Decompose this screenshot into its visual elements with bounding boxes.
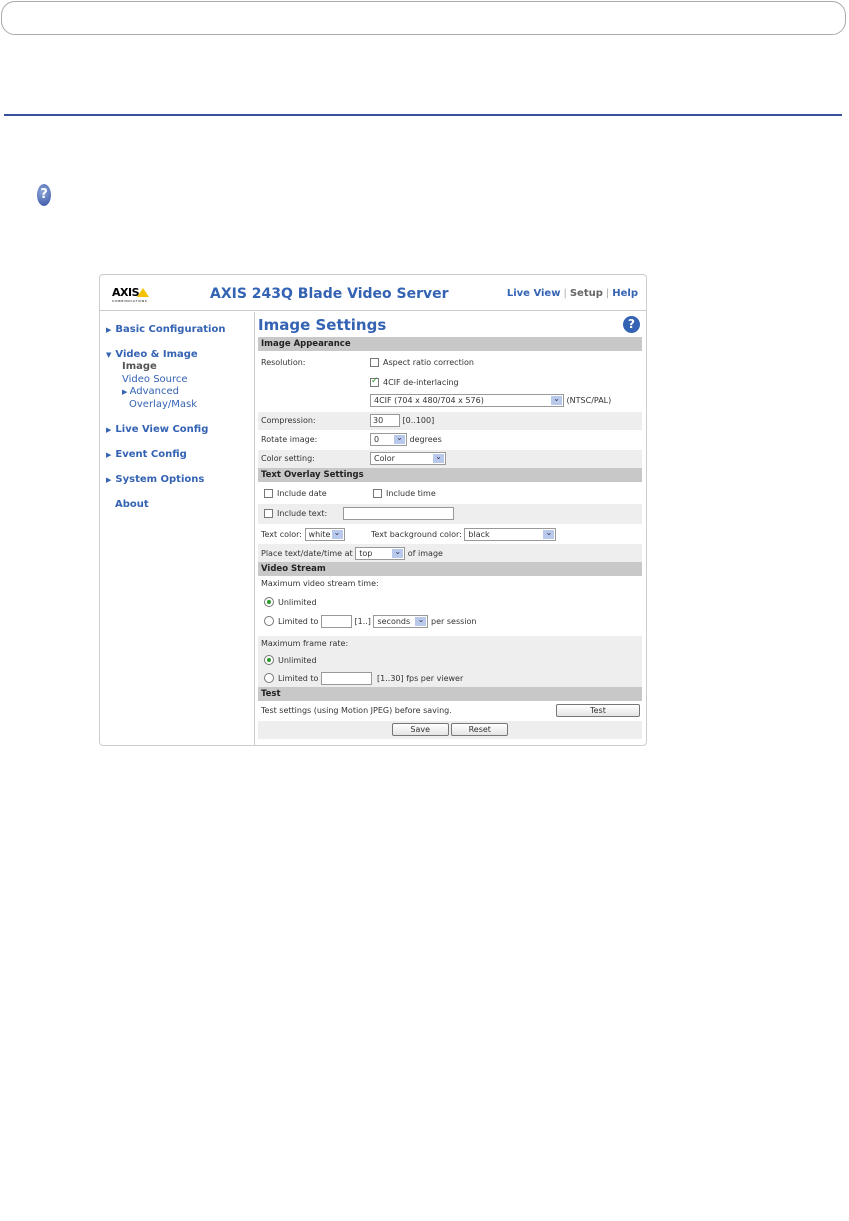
rotate-select[interactable]: 0: [370, 433, 407, 446]
sidebar-item-video-image[interactable]: ▼ Video & Image: [106, 349, 198, 360]
sidebar-sub-advanced[interactable]: ▶ Advanced: [122, 386, 179, 397]
include-text-checkbox[interactable]: Include text:: [264, 509, 327, 518]
frame-rate-group: Maximum frame rate: Unlimited Limited to…: [258, 636, 642, 687]
link-live-view[interactable]: Live View: [507, 288, 561, 299]
stream-time-group: Maximum video stream time: Unlimited Lim…: [258, 576, 642, 636]
sidebar: ▶ Basic Configuration ▼ Video & Image Imag…: [100, 312, 255, 745]
bg-color-select[interactable]: black: [464, 528, 557, 541]
date-time-row: Include date Include time: [258, 482, 642, 503]
max-time-label: Maximum video stream time:: [261, 579, 379, 588]
compression-label: Compression:: [261, 416, 316, 425]
sidebar-sub-overlay-mask[interactable]: Overlay/Mask: [129, 399, 197, 410]
fps-limit-input[interactable]: [320, 672, 372, 685]
section-text-overlay: Text Overlay Settings: [258, 468, 642, 482]
time-unlimited-radio[interactable]: Unlimited: [264, 597, 317, 607]
sidebar-sub-image[interactable]: Image: [122, 361, 157, 372]
place-text-row: Place text/date/time at top of image: [258, 543, 642, 562]
page-title: Image Settings?: [258, 312, 642, 337]
divider: [4, 114, 842, 116]
product-title: AXIS 243Q Blade Video Server: [210, 286, 449, 302]
time-limited-radio[interactable]: Limited to: [264, 616, 318, 626]
compression-input[interactable]: 30: [370, 414, 400, 427]
section-image-appearance: Image Appearance: [258, 337, 642, 351]
section-video-stream: Video Stream: [258, 562, 642, 576]
reset-button[interactable]: Reset: [451, 723, 509, 736]
per-session-label: per session: [431, 617, 477, 626]
sidebar-item-live-view-config[interactable]: ▶ Live View Config: [106, 424, 208, 435]
rotate-row: Rotate image: 0 degrees: [258, 430, 642, 449]
time-unit-select[interactable]: seconds: [373, 615, 429, 628]
of-image-label: of image: [407, 549, 443, 558]
aspect-ratio-checkbox[interactable]: Aspect ratio correction: [370, 358, 474, 367]
test-row: Test settings (using Motion JPEG) before…: [258, 701, 642, 720]
fps-limited-radio[interactable]: Limited to: [264, 673, 318, 683]
text-color-label: Text color:: [261, 530, 302, 539]
main-panel: Image Settings? Image Appearance Resolut…: [258, 312, 642, 739]
deinterlace-checkbox[interactable]: 4CIF de-interlacing: [370, 376, 459, 387]
test-button[interactable]: Test: [556, 704, 640, 717]
save-row: Save Reset: [258, 720, 642, 739]
time-limit-input[interactable]: [320, 615, 352, 628]
header: AXIS COMMUNICATIONS AXIS 243Q Blade Video…: [100, 275, 646, 311]
link-help[interactable]: Help: [612, 288, 638, 299]
top-links: Live View | Setup | Help: [506, 288, 638, 299]
sidebar-item-about[interactable]: About: [115, 499, 149, 510]
test-description: Test settings (using Motion JPEG) before…: [261, 706, 452, 715]
link-setup[interactable]: Setup: [570, 288, 603, 299]
time-range: [1..]: [354, 617, 371, 626]
include-text-row: Include text:: [258, 503, 642, 524]
fps-unlimited-radio[interactable]: Unlimited: [264, 655, 317, 665]
place-select[interactable]: top: [355, 547, 406, 560]
resolution-label: Resolution:: [261, 358, 306, 367]
compression-row: Compression: 30 [0..100]: [258, 411, 642, 430]
section-test: Test: [258, 687, 642, 701]
color-label: Color setting:: [261, 454, 315, 463]
include-text-input[interactable]: [343, 507, 454, 520]
web-interface: AXIS COMMUNICATIONS AXIS 243Q Blade Video…: [99, 274, 647, 746]
help-icon: ?: [37, 184, 51, 206]
ntsc-pal-label: (NTSC/PAL): [566, 396, 612, 405]
rotate-label: Rotate image:: [261, 435, 318, 444]
compression-range: [0..100]: [402, 416, 435, 425]
include-date-checkbox[interactable]: Include date: [264, 489, 327, 498]
axis-logo: AXIS COMMUNICATIONS: [112, 286, 150, 303]
color-row: Color setting: Color: [258, 449, 642, 468]
include-time-checkbox[interactable]: Include time: [373, 489, 436, 498]
logo-sub: COMMUNICATIONS: [112, 299, 148, 303]
sidebar-item-event-config[interactable]: ▶ Event Config: [106, 449, 187, 460]
color-select[interactable]: Color: [370, 452, 446, 465]
save-button[interactable]: Save: [391, 723, 449, 736]
sidebar-item-system-options[interactable]: ▶ System Options: [106, 474, 204, 485]
resolution-row: Resolution: Aspect ratio correction 4CIF…: [258, 351, 642, 411]
sidebar-sub-video-source[interactable]: Video Source: [122, 374, 188, 385]
text-color-row: Text color: white Text background color:…: [258, 524, 642, 543]
top-bar: [1, 1, 846, 35]
bg-color-label: Text background color:: [371, 530, 462, 539]
fps-range: [1..30] fps per viewer: [377, 674, 464, 683]
sidebar-item-basic-configuration[interactable]: ▶ Basic Configuration: [106, 324, 225, 335]
logo-text: AXIS: [112, 286, 140, 299]
text-color-select[interactable]: white: [304, 528, 345, 541]
degrees-label: degrees: [409, 435, 442, 444]
help-icon[interactable]: ?: [623, 316, 640, 333]
place-label: Place text/date/time at: [261, 549, 353, 558]
max-fps-label: Maximum frame rate:: [261, 639, 349, 648]
resolution-select[interactable]: 4CIF (704 x 480/704 x 576): [370, 394, 564, 407]
